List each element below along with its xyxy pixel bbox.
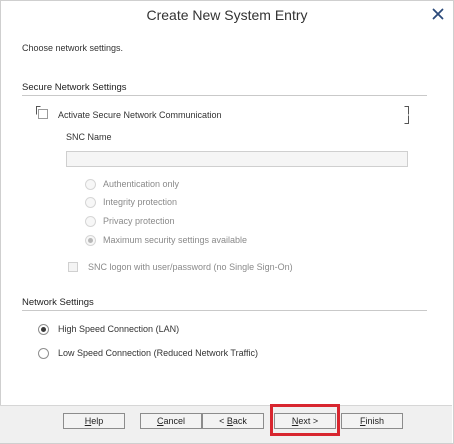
low-speed-connection-label: Low Speed Connection (Reduced Network Tr…	[58, 348, 258, 358]
activate-snc-checkbox[interactable]	[38, 109, 48, 119]
cancel-button[interactable]: Cancel	[140, 413, 202, 429]
secure-network-section-title: Secure Network Settings	[22, 82, 127, 93]
snc-name-label: SNC Name	[66, 132, 112, 142]
close-icon[interactable]	[430, 6, 446, 22]
radio-selected-dot	[41, 327, 46, 332]
radio-maximum-security[interactable]	[85, 235, 96, 246]
activate-snc-label: Activate Secure Network Communication	[58, 110, 222, 120]
dialog-title: Create New System Entry	[146, 7, 308, 23]
section-divider	[22, 95, 427, 96]
radio-selected-dot	[88, 238, 93, 243]
integrity-protection-label: Integrity protection	[103, 197, 178, 207]
instruction-text: Choose network settings.	[22, 43, 124, 53]
help-button[interactable]: Help	[63, 413, 125, 429]
network-section-title: Network Settings	[22, 297, 94, 308]
focus-corner-bottom-right	[404, 115, 409, 124]
back-button[interactable]: < Back	[202, 413, 264, 429]
high-speed-connection-label: High Speed Connection (LAN)	[58, 324, 180, 334]
section-divider	[22, 310, 427, 311]
maximum-security-label: Maximum security settings available	[103, 235, 248, 245]
snc-logon-checkbox[interactable]	[68, 262, 78, 272]
privacy-protection-label: Privacy protection	[103, 216, 175, 226]
radio-high-speed-connection[interactable]	[38, 324, 49, 335]
snc-logon-label: SNC logon with user/password (no Single …	[88, 262, 293, 272]
create-system-entry-dialog	[0, 0, 454, 444]
focus-corner-top-right	[404, 106, 409, 115]
next-button[interactable]: Next >	[274, 413, 336, 429]
radio-low-speed-connection[interactable]	[38, 348, 49, 359]
snc-name-input[interactable]	[66, 151, 408, 167]
radio-privacy-protection[interactable]	[85, 216, 96, 227]
radio-integrity-protection[interactable]	[85, 197, 96, 208]
finish-button[interactable]: Finish	[341, 413, 403, 429]
radio-authentication-only[interactable]	[85, 179, 96, 190]
authentication-only-label: Authentication only	[103, 179, 180, 189]
